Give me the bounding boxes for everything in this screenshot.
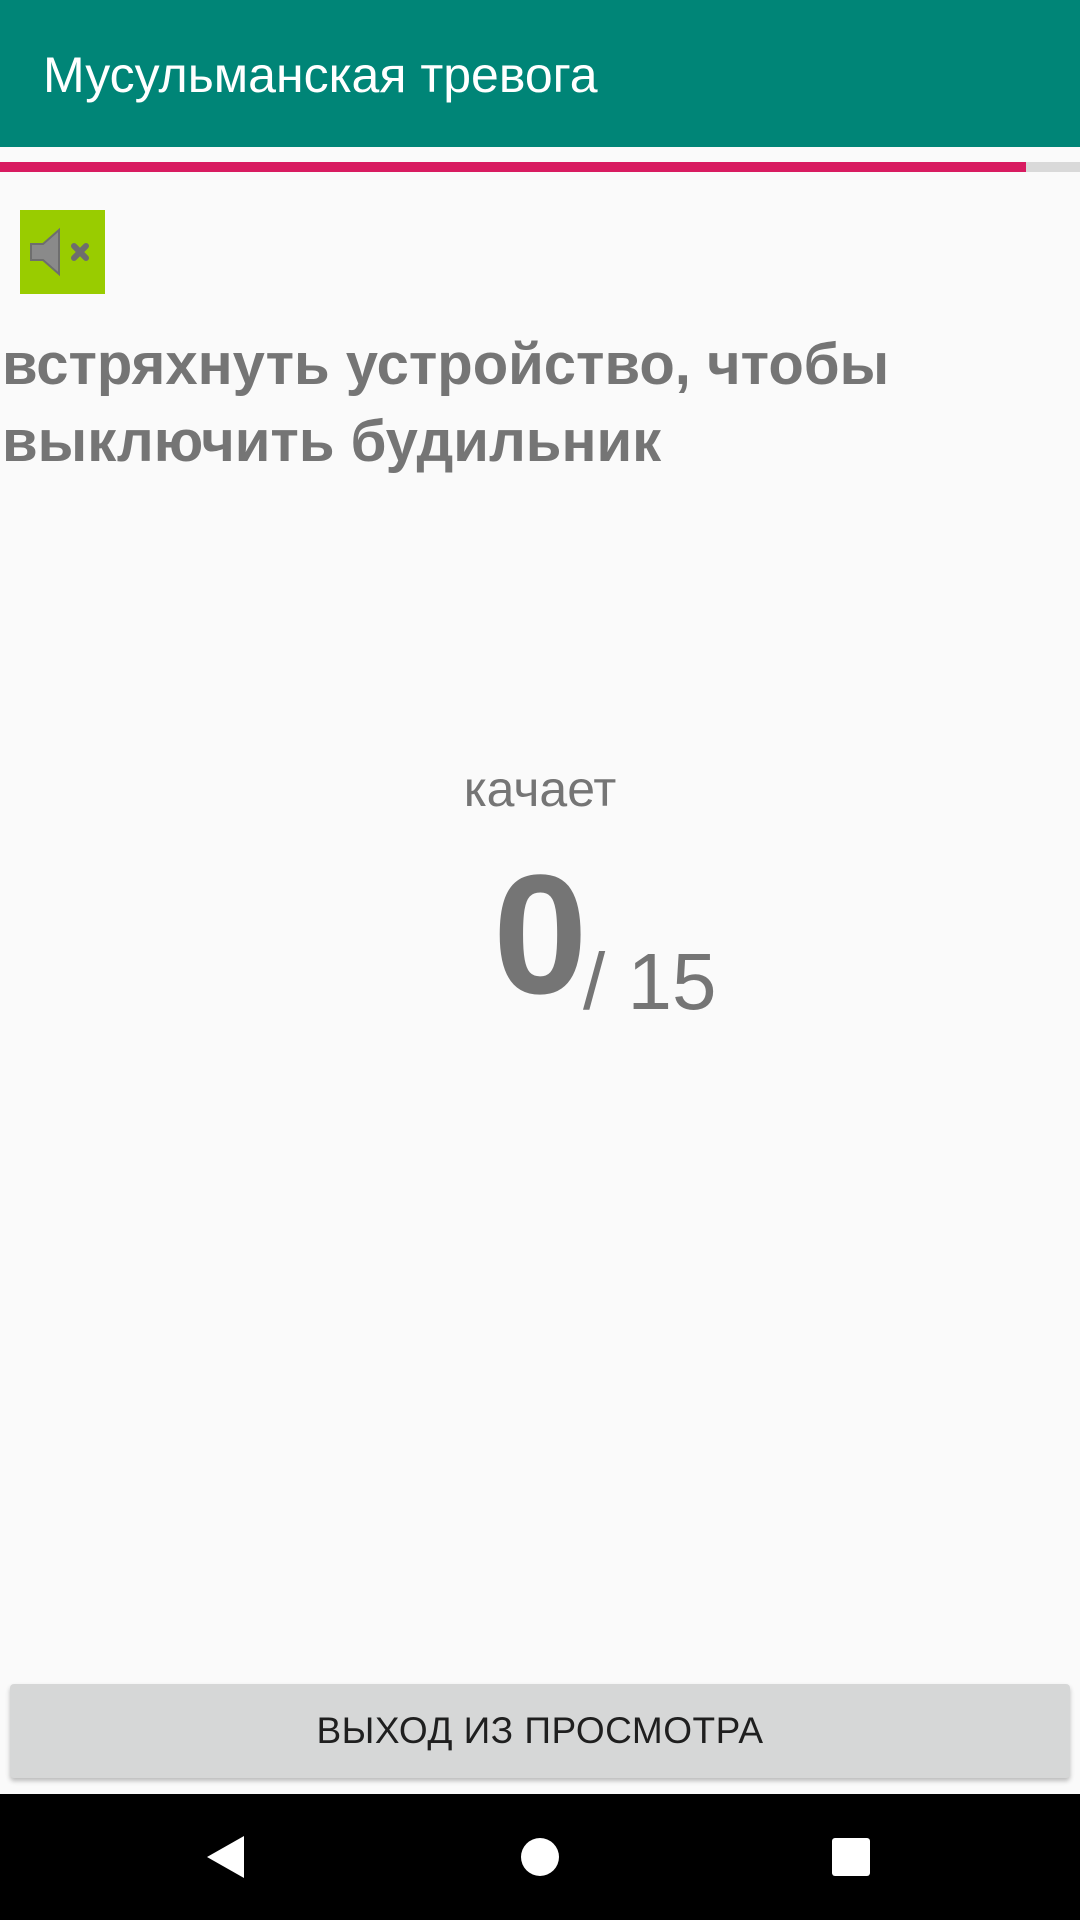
- shake-count-current: 0: [493, 840, 588, 1030]
- progress-bar: [0, 162, 1080, 172]
- volume-mute-icon: [29, 227, 89, 277]
- home-icon: [521, 1838, 559, 1876]
- exit-preview-button[interactable]: ВЫХОД ИЗ ПРОСМОТРА: [10, 1684, 1070, 1778]
- back-icon: [207, 1836, 244, 1878]
- counter-label: качает: [463, 761, 617, 817]
- system-nav-bar: [0, 1794, 1080, 1920]
- app-title: Мусульманская тревога: [43, 47, 598, 103]
- recents-icon: [832, 1838, 870, 1876]
- shake-counter: 0 / 15: [0, 840, 1080, 1030]
- home-button[interactable]: [505, 1822, 575, 1892]
- mute-button[interactable]: [20, 210, 105, 294]
- shake-instruction: встряхнуть устройство, чтобы выключить б…: [2, 332, 890, 474]
- shake-count-total: / 15: [583, 937, 717, 1026]
- app-bar: Мусульманская тревога: [0, 0, 1080, 147]
- progress-fill: [0, 162, 1026, 172]
- recents-button[interactable]: [816, 1822, 886, 1892]
- back-button[interactable]: [191, 1822, 261, 1892]
